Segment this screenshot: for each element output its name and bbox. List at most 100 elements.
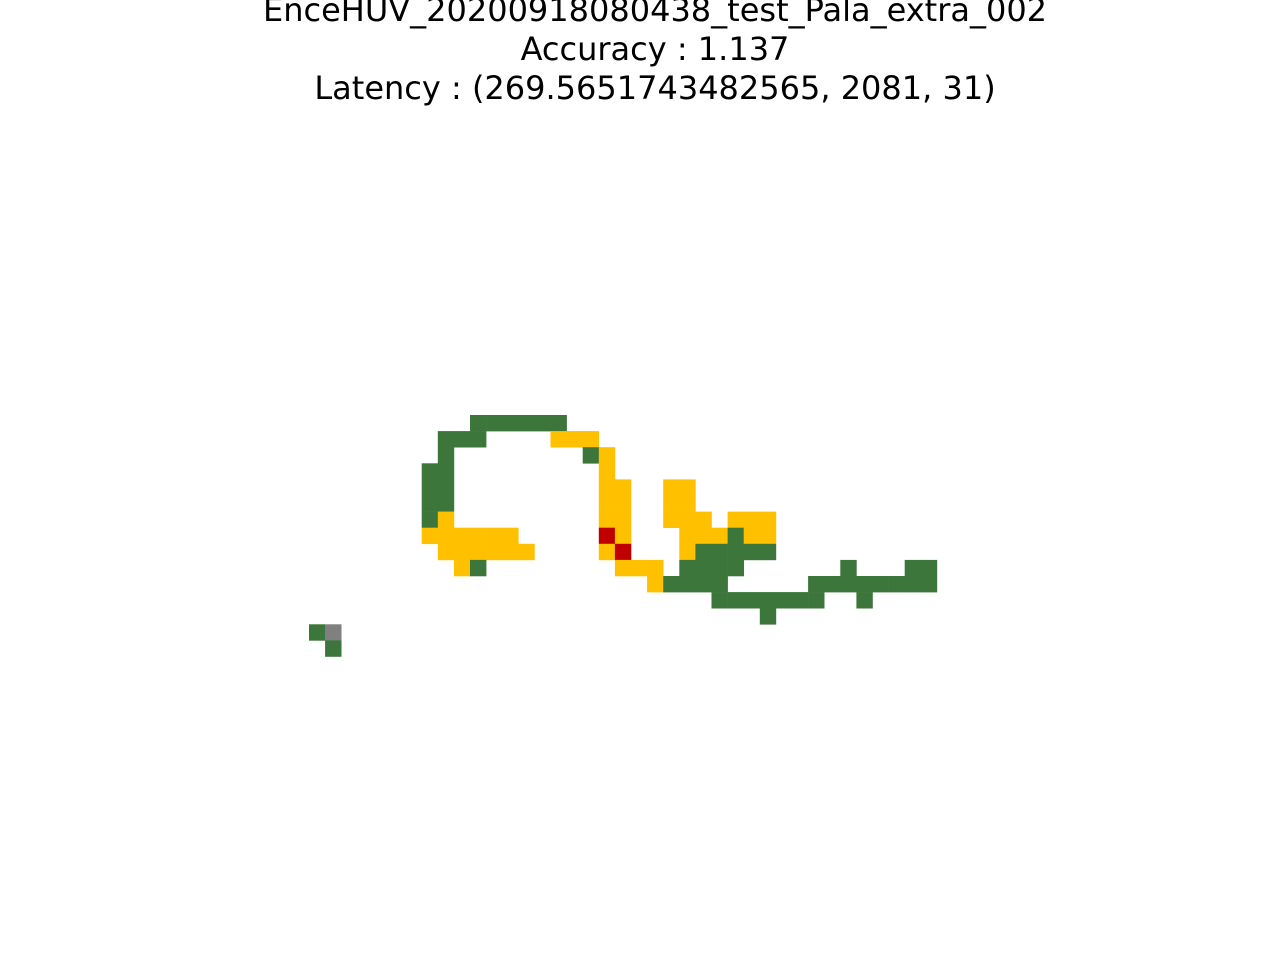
heatmap-cell-green [486,415,503,432]
heatmap-cell-yellow [550,431,567,448]
heatmap-cell-green [856,576,873,593]
heatmap-cell-green [518,415,535,432]
heatmap-cell-yellow [663,479,680,496]
heatmap-cell-green [904,559,922,577]
heatmap-cell-green [727,543,744,561]
heatmap-cell-green [904,576,922,593]
heatmap-cell-yellow [437,543,455,561]
heatmap-cell-yellow [759,527,777,545]
heatmap-cell-yellow [453,543,471,561]
heatmap-cell-green [727,559,744,577]
heatmap-cell-yellow [486,543,503,561]
heatmap-cell-yellow [598,463,616,480]
heatmap-cell-yellow [679,479,696,496]
heatmap-cell-yellow [453,527,471,545]
heatmap-cell-yellow [470,527,487,545]
heatmap-cell-green [727,592,744,609]
heatmap-cell-gray [325,624,342,641]
heatmap-cell-green [470,559,487,577]
heatmap-cell-yellow [614,559,632,577]
figure: EnceHUV_20200918080438_test_Pala_extra_0… [0,0,1280,960]
heatmap-cell-green [792,592,809,609]
heatmap-cell-green [695,543,712,561]
heatmap-cell-yellow [711,527,728,545]
heatmap-cell-yellow [614,511,632,528]
heatmap-cell-yellow [502,527,519,545]
heatmap-cell-green [824,576,841,593]
heatmap-cell-yellow [679,527,696,545]
heatmap-cell-green [888,576,905,593]
heatmap-cell-green [437,479,455,496]
heatmap-cell-green [437,447,455,464]
heatmap-cell-green [582,447,600,464]
heatmap-cell-yellow [727,511,744,528]
heatmap-cell-yellow [421,527,439,545]
heatmap-cell-yellow [598,543,616,561]
heatmap-cell-green [711,592,728,609]
heatmap-cell-green [453,431,471,448]
heatmap-cell-green [695,559,712,577]
heatmap-cell-yellow [647,576,664,593]
heatmap-cell-yellow [695,527,712,545]
heatmap-cell-green [421,511,439,528]
heatmap-cell-yellow [614,527,632,545]
heatmap-cell-green [743,543,761,561]
heatmap-cell-red [598,527,616,545]
heatmap-cell-green [775,592,793,609]
heatmap-cell-green [711,543,728,561]
heatmap-cell-yellow [437,527,455,545]
heatmap-cell-yellow [453,559,471,577]
heatmap-cell-green [663,576,680,593]
heatmap-cell-green [743,592,761,609]
heatmap-cell-red [614,543,632,561]
heatmap-cell-yellow [631,559,648,577]
heatmap-cell-yellow [679,543,696,561]
heatmap-cell-green [534,415,551,432]
heatmap-cell-green [711,576,728,593]
heatmap-cell-green [920,559,938,577]
heatmap-cell-yellow [743,527,761,545]
heatmap-cell-green [856,592,873,609]
heatmap-cell-green [759,543,777,561]
heatmap-cell-green [840,576,857,593]
heatmap-cell-yellow [598,447,616,464]
heatmap-cell-yellow [759,511,777,528]
heatmap-cell-green [470,431,487,448]
heatmap-cell-green [872,576,889,593]
heatmap-cell-green [759,592,777,609]
heatmap-cell-green [421,495,439,512]
heatmap-cell-yellow [598,479,616,496]
heatmap-cell-green [727,527,744,545]
heatmap-cell-yellow [614,495,632,512]
heatmap-cell-green [695,576,712,593]
heatmap-cell-green [502,415,519,432]
heatmap-cell-green [550,415,567,432]
heatmap-cell-yellow [470,543,487,561]
heatmap-cell-yellow [663,511,680,528]
heatmap-cell-green [325,640,342,657]
heatmap-cell-yellow [743,511,761,528]
heatmap-cell-green [711,559,728,577]
heatmap-cell-green [920,576,938,593]
heatmap-cell-green [808,576,825,593]
heatmap-cell-green [840,559,857,577]
heatmap-cell-yellow [663,495,680,512]
heatmap-cell-green [808,592,825,609]
heatmap-cell-yellow [598,495,616,512]
heatmap-cell-green [759,608,777,625]
heatmap-plot [309,415,938,657]
heatmap-cell-green [421,463,439,480]
heatmap-cell-green [437,431,455,448]
heatmap-cell-green [421,479,439,496]
heatmap-cell-yellow [518,543,535,561]
heatmap-cell-yellow [679,511,696,528]
heatmap-cell-yellow [437,511,455,528]
heatmap-cell-green [679,559,696,577]
heatmap-cell-yellow [679,495,696,512]
heatmap-cell-yellow [647,559,664,577]
heatmap-cell-green [470,415,487,432]
heatmap-cell-green [437,495,455,512]
heatmap-cell-yellow [582,431,600,448]
heatmap-cell-green [309,624,326,641]
heatmap-cell-green [679,576,696,593]
